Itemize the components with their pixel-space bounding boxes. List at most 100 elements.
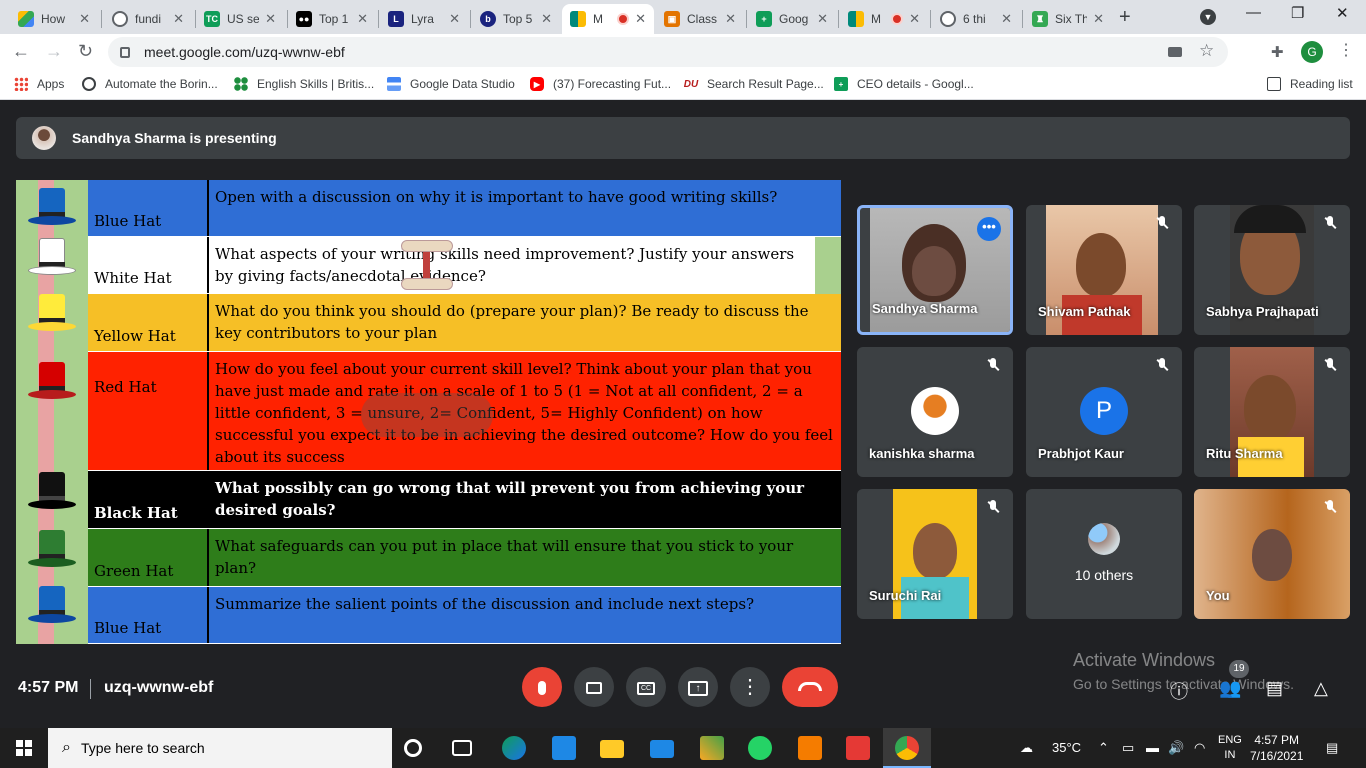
others-tile[interactable]: 10 others [1026, 489, 1182, 619]
browser-tab[interactable]: TC US se ✕ [196, 4, 284, 34]
close-tab-icon[interactable]: ✕ [541, 11, 552, 27]
chrome-menu-icon[interactable]: ⋮ [1338, 40, 1354, 60]
anydesk-icon[interactable] [846, 736, 870, 760]
presentation-controls-overlay[interactable] [361, 393, 493, 437]
store-icon[interactable] [552, 736, 576, 760]
participant-tile[interactable]: ••• Sandhya Sharma [857, 205, 1013, 335]
mail-icon[interactable] [650, 740, 674, 758]
divider [90, 679, 91, 699]
muted-mic-icon [1154, 215, 1170, 231]
close-tab-icon[interactable]: ✕ [173, 11, 184, 27]
close-tab-icon[interactable]: ✕ [817, 11, 828, 27]
reading-list-button[interactable]: Reading list [1267, 77, 1353, 91]
self-view-tile[interactable]: You [1194, 489, 1350, 619]
whatsapp-icon[interactable] [748, 736, 772, 760]
close-window-button[interactable]: ✕ [1336, 4, 1349, 22]
wifi-icon[interactable]: ◠ [1194, 740, 1205, 756]
people-icon[interactable]: 👥 [1219, 678, 1241, 699]
profile-avatar[interactable]: G [1301, 41, 1323, 63]
more-options-icon[interactable]: ••• [977, 217, 1001, 241]
browser-tab[interactable]: 6 thi ✕ [932, 4, 1020, 34]
language-indicator[interactable]: ENG IN [1218, 733, 1242, 763]
extensions-puzzle-icon[interactable]: ✚ [1271, 43, 1284, 61]
participant-tile[interactable]: Sabhya Prajhapati [1194, 205, 1350, 335]
browser-tab[interactable]: ▣ Class ✕ [656, 4, 744, 34]
weather-icon[interactable]: ☁ [1020, 740, 1033, 756]
participant-tile[interactable]: kanishka sharma [857, 347, 1013, 477]
browser-tab-active[interactable]: M ✕ [562, 4, 654, 34]
browser-tab[interactable]: L Lyra ✕ [380, 4, 468, 34]
bookmark-apps[interactable]: Apps [14, 77, 64, 91]
close-tab-icon[interactable]: ✕ [725, 11, 736, 27]
bookmark-star-icon[interactable]: ☆ [1199, 41, 1214, 61]
cortana-icon[interactable] [404, 739, 422, 757]
app-icon[interactable] [700, 736, 724, 760]
chat-icon[interactable]: ▤ [1266, 678, 1283, 699]
captions-button[interactable]: CC [626, 667, 666, 707]
browser-tab[interactable]: M ✕ [840, 4, 928, 34]
browser-tab[interactable]: + Goog ✕ [748, 4, 836, 34]
minimize-button[interactable]: — [1246, 4, 1261, 21]
reload-icon[interactable]: ↻ [78, 41, 93, 62]
muted-mic-icon [1322, 215, 1338, 231]
browser-tab[interactable]: How ✕ [10, 4, 98, 34]
edge-icon[interactable] [502, 736, 526, 760]
close-tab-icon[interactable]: ✕ [909, 11, 920, 27]
participant-tile[interactable]: Shivam Pathak [1026, 205, 1182, 335]
back-arrow-icon[interactable]: ← [12, 41, 30, 62]
meeting-details-icon[interactable]: ⓘ [1170, 678, 1188, 704]
close-tab-icon[interactable]: ✕ [1001, 11, 1012, 27]
task-view-icon[interactable] [452, 740, 472, 756]
browser-tab[interactable]: ●● Top 1 ✕ [288, 4, 376, 34]
temperature-text[interactable]: 35°C [1052, 740, 1081, 755]
notification-tray-icon[interactable]: ▭ [1122, 740, 1134, 756]
tab-search-icon[interactable]: ▼ [1200, 9, 1216, 25]
presenting-text: Sandhya Sharma is presenting [72, 130, 277, 146]
close-tab-icon[interactable]: ✕ [79, 11, 90, 27]
taskbar-clock[interactable]: 4:57 PM 7/16/2021 [1250, 732, 1303, 764]
activities-icon[interactable]: △ [1314, 678, 1328, 699]
browser-tab[interactable]: b Top 5 ✕ [472, 4, 560, 34]
chrome-taskbar-button[interactable] [883, 728, 931, 768]
lock-icon[interactable] [120, 46, 130, 58]
new-tab-button[interactable]: + [1119, 6, 1131, 29]
restore-button[interactable]: ❐ [1291, 4, 1304, 22]
address-bar[interactable]: meet.google.com/uzq-wwnw-ebf [108, 37, 1228, 67]
more-options-button[interactable]: ⋮ [730, 667, 770, 707]
bookmark-item[interactable]: English Skills | Britis... [234, 77, 374, 91]
browser-tab[interactable]: fundi ✕ [104, 4, 192, 34]
bookmark-item[interactable]: Google Data Studio [387, 77, 515, 91]
close-tab-icon[interactable]: ✕ [265, 11, 276, 27]
participant-tile[interactable]: P Prabhjot Kaur [1026, 347, 1182, 477]
action-center-icon[interactable]: ▤ [1326, 740, 1338, 756]
taskbar-search-box[interactable]: ⌕ Type here to search [48, 728, 392, 768]
b-icon: b [480, 11, 496, 27]
recording-icon [617, 13, 630, 25]
close-tab-icon[interactable]: ✕ [449, 11, 460, 27]
participant-tile[interactable]: Suruchi Rai [857, 489, 1013, 619]
bookmark-item[interactable]: Automate the Borin... [82, 77, 218, 91]
file-explorer-icon[interactable] [600, 740, 624, 758]
bookmark-item[interactable]: ▶ (37) Forecasting Fut... [530, 77, 671, 91]
camera-in-use-icon[interactable] [1168, 47, 1182, 57]
volume-icon[interactable]: 🔊 [1168, 740, 1184, 756]
close-tab-icon[interactable]: ✕ [635, 11, 646, 27]
forward-arrow-icon[interactable]: → [45, 41, 63, 62]
windows-start-icon[interactable] [16, 740, 32, 756]
reading-list-icon [1267, 77, 1281, 91]
close-tab-icon[interactable]: ✕ [357, 11, 368, 27]
sublime-icon[interactable] [798, 736, 822, 760]
close-tab-icon[interactable]: ✕ [1093, 11, 1104, 27]
bookmark-item[interactable]: + CEO details - Googl... [834, 77, 974, 91]
leave-call-button[interactable] [782, 667, 838, 707]
slide-row-blue-hat-summary: Blue Hat Summarize the salient points of… [88, 587, 841, 644]
closed-captions-icon: CC [637, 681, 655, 695]
bookmark-item[interactable]: DU Search Result Page... [684, 77, 824, 91]
camera-button[interactable] [574, 667, 614, 707]
participant-tile[interactable]: Ritu Sharma [1194, 347, 1350, 477]
tray-chevron-icon[interactable]: ⌃ [1098, 740, 1109, 756]
present-now-button[interactable]: ↑ [678, 667, 718, 707]
browser-tab[interactable]: ♜ Six Th ✕ [1024, 4, 1112, 34]
battery-icon[interactable]: ▬ [1146, 740, 1159, 755]
microphone-off-button[interactable] [522, 667, 562, 707]
